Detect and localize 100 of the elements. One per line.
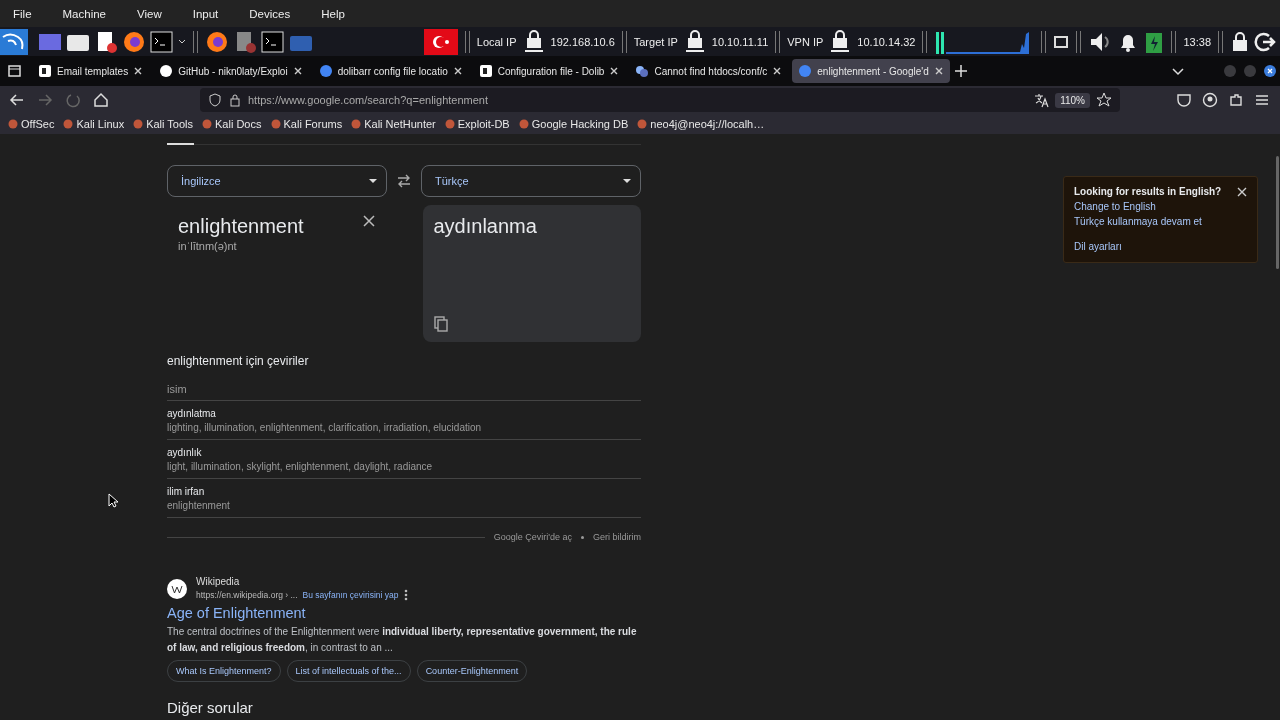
indicator-label: Local IP <box>476 35 517 48</box>
prompt-title: Looking for results in English? <box>1074 186 1222 197</box>
translation-text: aydınlanma <box>433 215 537 238</box>
browser-tab[interactable]: Configuration file - Dolib <box>472 59 626 83</box>
bookmark[interactable]: Exploit-DB <box>444 118 510 130</box>
menu-icon[interactable] <box>1254 92 1270 108</box>
caret-icon <box>368 178 378 184</box>
favicon-icon <box>798 64 813 78</box>
bookmark-icon <box>270 119 281 129</box>
bookmark-icon <box>351 119 362 129</box>
translate-icon[interactable] <box>1033 92 1050 108</box>
translation-word: aydınlatma <box>167 408 217 419</box>
favicon-icon <box>478 64 493 78</box>
more-options-icon[interactable] <box>403 589 408 601</box>
bookmark[interactable]: Google Hacking DB <box>518 118 629 130</box>
bookmark[interactable]: Kali Tools <box>133 118 194 130</box>
terminal-icon[interactable] <box>261 30 285 53</box>
footer-link[interactable]: Google Çeviri'de aç <box>493 532 572 542</box>
bookmark[interactable]: OffSec <box>8 118 55 130</box>
browser-tab[interactable]: Cannot find htdocs/conf/c <box>629 59 789 83</box>
home-icon[interactable] <box>92 91 110 109</box>
prompt-option-link[interactable]: Türkçe kullanmaya devam et <box>1074 216 1247 227</box>
translate-page-link[interactable]: Bu sayfanın çevirisini yap <box>302 590 399 600</box>
close-icon[interactable] <box>292 66 303 76</box>
copy-icon[interactable] <box>433 316 448 332</box>
ip-address: 192.168.10.6 <box>550 35 615 48</box>
favicon-icon <box>38 64 52 78</box>
favicon-icon <box>635 64 650 78</box>
bookmark-icon <box>202 119 213 129</box>
close-icon[interactable] <box>609 66 620 76</box>
close-icon[interactable] <box>772 66 783 76</box>
phonetic-text: inˈlītnm(ə)nt <box>178 240 238 252</box>
language-settings-link[interactable]: Dil ayarları <box>1074 241 1247 252</box>
account-icon[interactable] <box>1202 92 1218 108</box>
menu-item[interactable]: Devices <box>249 7 291 20</box>
ip-address: 10.10.11.11 <box>711 35 769 48</box>
close-icon[interactable] <box>1264 65 1276 77</box>
terminal-icon[interactable] <box>150 30 174 53</box>
source-language-dropdown[interactable]: İngilizce <box>167 165 387 197</box>
source-text[interactable]: enlightenment <box>178 215 304 238</box>
bookmark-icon <box>8 119 18 129</box>
synonyms-text: enlightenment <box>167 500 231 511</box>
browser-tab[interactable]: enlightenment - Google'd <box>792 59 950 83</box>
result-snippet: The central doctrines of the Enlightenment were individual liberty, representative government, the rule of law, and religious freedom, in contrast to an ... <box>167 625 638 655</box>
site-name: Wikipedia <box>196 576 241 587</box>
favicon-icon <box>159 64 174 78</box>
extensions-icon[interactable] <box>1228 92 1244 108</box>
bookmark[interactable]: Kali Forums <box>270 118 343 130</box>
lock-icon[interactable] <box>1230 29 1250 54</box>
bookmark-icon <box>518 119 529 129</box>
swap-icon[interactable] <box>396 174 412 188</box>
footer-link[interactable]: Geri bildirim <box>593 532 641 542</box>
bookmark-icon <box>133 119 144 129</box>
reload-icon[interactable] <box>64 91 82 109</box>
synonyms-text: light, illumination, skylight, enlightenment, daylight, radiance <box>167 461 434 472</box>
menu-item[interactable]: Input <box>192 7 219 20</box>
firefox-icon[interactable] <box>205 30 229 53</box>
section-heading: Diğer sorular <box>167 699 254 716</box>
scrollbar[interactable] <box>1276 156 1279 269</box>
synonyms-text: lighting, illumination, enlightenment, clarification, irradiation, elucidation <box>167 422 483 433</box>
pocket-icon[interactable] <box>1176 92 1192 108</box>
bookmark[interactable]: Kali NetHunter <box>351 118 436 130</box>
menu-item[interactable]: File <box>13 7 32 20</box>
firefox-icon[interactable] <box>122 30 146 53</box>
flag-icon <box>423 28 458 55</box>
bookmark-icon <box>444 119 455 129</box>
bookmark[interactable]: Kali Linux <box>63 118 125 130</box>
clock: 13:38 <box>1183 35 1211 48</box>
caret-icon <box>622 178 632 184</box>
bookmark[interactable]: Kali Docs <box>202 118 262 130</box>
separator-dot-icon <box>581 535 584 539</box>
shield-icon <box>208 93 222 107</box>
ip-address: 10.10.14.32 <box>857 35 916 48</box>
star-icon[interactable] <box>1096 92 1112 108</box>
target-language-dropdown[interactable]: Türkçe <box>421 165 641 197</box>
translations-heading: enlightenment için çeviriler <box>167 354 310 368</box>
close-icon[interactable] <box>362 215 375 227</box>
result-title-link[interactable]: Age of Enlightenment <box>167 605 641 621</box>
lock-icon <box>228 93 242 107</box>
browser-tab[interactable]: dolibarr config file locatio <box>312 59 469 83</box>
prompt-option-link[interactable]: Change to English <box>1074 201 1247 212</box>
translation-word: aydınlık <box>167 447 203 458</box>
close-icon[interactable] <box>1237 186 1247 197</box>
menu-item[interactable]: View <box>137 7 162 20</box>
bookmark-icon <box>637 119 648 129</box>
bookmark[interactable]: neo4j@neo4j://localh… <box>637 118 765 130</box>
site-logo-icon <box>167 578 187 599</box>
favicon-icon <box>318 64 333 78</box>
close-icon[interactable] <box>452 66 463 76</box>
address-bar[interactable]: https://www.google.com/search?q=enlightenment 110% <box>200 88 1120 112</box>
browser-tab[interactable]: Email templates <box>32 59 150 83</box>
zoom-level[interactable]: 110% <box>1055 92 1090 108</box>
result-url: https://en.wikipedia.org › ... <box>196 590 298 600</box>
close-icon[interactable] <box>133 66 144 76</box>
mouse-pointer-icon <box>108 493 118 508</box>
browser-tab[interactable]: GitHub - nikn0laty/Exploi <box>153 59 309 83</box>
menu-item[interactable]: Machine <box>62 7 106 20</box>
part-of-speech: isim <box>167 383 641 401</box>
close-icon[interactable] <box>933 66 944 76</box>
menu-item[interactable]: Help <box>321 7 345 20</box>
